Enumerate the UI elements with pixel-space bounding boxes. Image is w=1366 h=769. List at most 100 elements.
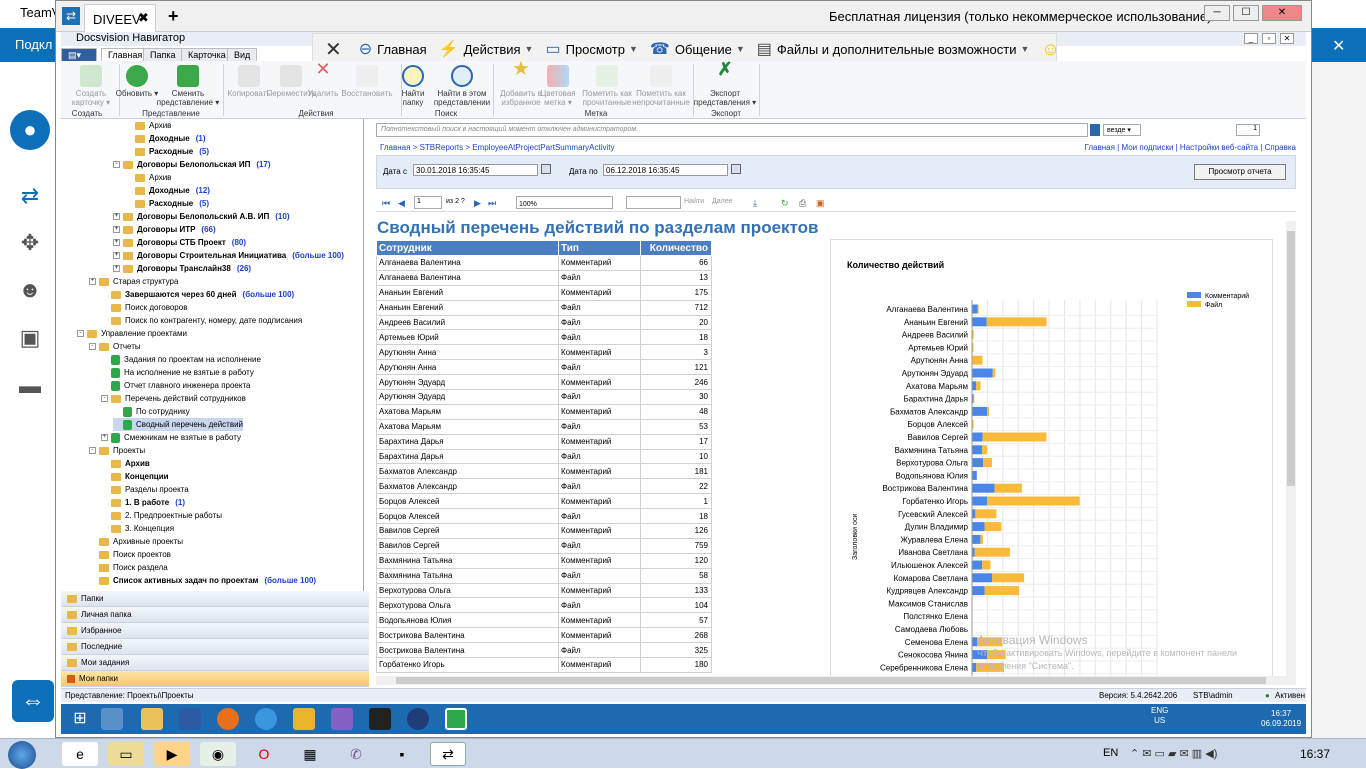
tree-node[interactable]: Отчет главного инженера проекта — [101, 379, 250, 392]
find-link[interactable]: Найти — [684, 198, 704, 205]
tree-node[interactable]: Задания по проектам на исполнение — [101, 353, 261, 366]
mark-unread-button[interactable]: Пометить как непрочитанные — [629, 65, 693, 107]
tab-card[interactable]: Карточка — [181, 48, 233, 62]
remote-lang[interactable]: ENGUS — [1151, 706, 1168, 726]
tree-node[interactable]: +Договоры Белопольский А.В. ИП(10) — [113, 210, 290, 223]
folder-icon[interactable]: ▭ — [108, 742, 144, 766]
feedback[interactable]: ☺ — [1041, 39, 1064, 60]
tree-node[interactable]: По сотруднику — [113, 405, 190, 418]
page-number-input[interactable]: 1 — [1236, 124, 1260, 136]
new-tab-icon[interactable]: + — [168, 6, 179, 27]
media-player-icon[interactable]: ▶ — [154, 742, 190, 766]
tree-node[interactable]: Доходные(12) — [125, 184, 210, 197]
restore-button[interactable]: Восстановить — [337, 65, 397, 98]
local-clock[interactable]: 16:37 — [1300, 747, 1330, 761]
expand-icon[interactable]: + — [113, 239, 120, 246]
app-icon[interactable]: ▪ — [384, 742, 420, 766]
menu-home[interactable]: ⊖Главная — [359, 39, 427, 59]
viber-icon[interactable]: ✆ — [338, 742, 374, 766]
tree-node[interactable]: 3. Концепция — [101, 522, 174, 535]
top-links[interactable]: Главная | Мои подписки | Настройки веб-с… — [1085, 143, 1297, 152]
windows-start-icon[interactable]: ⊞ — [69, 708, 91, 730]
expand-icon[interactable]: + — [113, 213, 120, 220]
view-report-button[interactable]: Просмотр отчета — [1194, 164, 1286, 180]
date-from-input[interactable]: 30.01.2018 16:35:45 — [413, 164, 538, 176]
contacts-icon[interactable]: ☻ — [14, 274, 46, 306]
collapse-icon[interactable]: - — [89, 343, 96, 350]
explorer-icon[interactable] — [141, 708, 163, 730]
expand-icon[interactable]: + — [89, 278, 96, 285]
avatar-icon[interactable]: ● — [10, 110, 50, 150]
nav-folders[interactable]: Папки — [61, 591, 369, 607]
find-folder-button[interactable]: Найти папку — [393, 65, 433, 107]
expand-icon[interactable]: + — [113, 252, 120, 259]
network-icon[interactable] — [407, 708, 429, 730]
search-scope-select[interactable]: везде ▾ — [1103, 124, 1141, 136]
collapse-icon[interactable]: - — [77, 330, 84, 337]
content-hscroll-thumb[interactable] — [396, 677, 1266, 684]
zoom-select[interactable]: 100% — [516, 196, 613, 209]
docsvision-icon[interactable] — [445, 708, 467, 730]
ie-icon[interactable]: e — [62, 742, 98, 766]
refresh-icon[interactable]: ↻ — [781, 198, 791, 208]
ie-icon[interactable] — [255, 708, 277, 730]
nav-my-tasks[interactable]: Мои задания — [61, 655, 369, 671]
collapse-icon[interactable]: - — [89, 447, 96, 454]
breadcrumb[interactable]: Главная > STBReports > EmployeeAtProject… — [380, 143, 615, 152]
local-lang[interactable]: EN — [1103, 747, 1118, 759]
search-icon[interactable] — [1090, 124, 1100, 136]
tray-icons[interactable]: ⌃ ✉ ▭ ▰ ✉ ▥ ◀) — [1130, 747, 1217, 760]
toolbar-close[interactable]: ✕ — [325, 37, 347, 62]
export-icon[interactable]: ⤓ — [753, 198, 763, 208]
collapse-icon[interactable]: - — [101, 395, 108, 402]
collapse-icon[interactable]: - — [113, 161, 120, 168]
tree-node[interactable]: 2. Предпроектные работы — [101, 509, 222, 522]
last-page-icon[interactable]: ⏭ — [488, 198, 498, 208]
tree-node-selected[interactable]: Сводный перечень действий — [113, 418, 243, 431]
teamviewer-close-icon[interactable]: ✕ — [1332, 36, 1345, 56]
tree-node[interactable]: +Договоры Строительная Инициатива(больше… — [113, 249, 344, 262]
tree-node[interactable]: +Смежникам не взятые в работу — [101, 431, 241, 444]
opera-icon[interactable]: O — [246, 742, 282, 766]
tree-node[interactable]: +Договоры СТБ Проект(80) — [113, 236, 246, 249]
tab-folder[interactable]: Папка — [143, 48, 183, 62]
content-hscrollbar[interactable] — [376, 676, 1296, 685]
tree-node[interactable]: Завершаются через 60 дней(больше 100) — [101, 288, 294, 301]
tab-close-icon[interactable]: ✖ — [138, 10, 149, 26]
tree-node[interactable]: Поиск договоров — [101, 301, 187, 314]
minimize-button[interactable]: ─ — [1204, 5, 1230, 21]
change-view-button[interactable]: Сменить представление ▾ — [153, 65, 223, 107]
tree-node[interactable]: +Договоры ИТР(66) — [113, 223, 216, 236]
cmd-icon[interactable] — [369, 708, 391, 730]
nav-personal-folder[interactable]: Личная папка — [61, 607, 369, 623]
next-page-icon[interactable]: ▶ — [474, 198, 484, 208]
start-button[interactable] — [8, 741, 36, 769]
calendar-icon[interactable] — [541, 164, 551, 174]
fulltext-search-input[interactable]: Полнотекстовый поиск в настоящий момент … — [376, 123, 1088, 137]
inner-close-button[interactable]: ✕ — [1280, 33, 1294, 44]
calculator-icon[interactable]: ▦ — [292, 742, 328, 766]
nav-my-folders[interactable]: Мои папки — [61, 671, 369, 687]
menu-communicate[interactable]: ☎Общение▼ — [650, 39, 745, 59]
find-input[interactable] — [626, 196, 681, 209]
tree-node[interactable]: 1. В работе(1) — [101, 496, 185, 509]
expand-icon[interactable]: + — [113, 265, 120, 272]
tree-node[interactable]: Концепции — [101, 470, 169, 483]
firefox-icon[interactable] — [217, 708, 239, 730]
tree-node[interactable]: На исполнение не взятые в работу — [101, 366, 254, 379]
date-to-input[interactable]: 06.12.2018 16:35:45 — [603, 164, 728, 176]
tree-node[interactable]: -Управление проектами — [77, 327, 187, 340]
tree-node[interactable]: Архив — [125, 119, 171, 132]
report-page-input[interactable]: 1 — [414, 196, 442, 209]
next-link[interactable]: Далее — [712, 198, 733, 205]
tree-node[interactable]: Доходные(1) — [125, 132, 206, 145]
tree-node[interactable]: Список активных задач по проектам(больше… — [89, 574, 316, 587]
chrome-icon[interactable]: ◉ — [200, 742, 236, 766]
remote-control-icon[interactable]: ⇄ — [14, 180, 46, 212]
tree-node[interactable]: Расходные(5) — [125, 145, 209, 158]
teamviewer-taskbar-icon[interactable]: ⇄ — [430, 742, 466, 766]
powershell-icon[interactable] — [179, 708, 201, 730]
address-book-icon[interactable]: ▣ — [14, 322, 46, 354]
close-button[interactable]: ✕ — [1262, 5, 1302, 21]
first-page-icon[interactable]: ⏮ — [382, 198, 392, 208]
